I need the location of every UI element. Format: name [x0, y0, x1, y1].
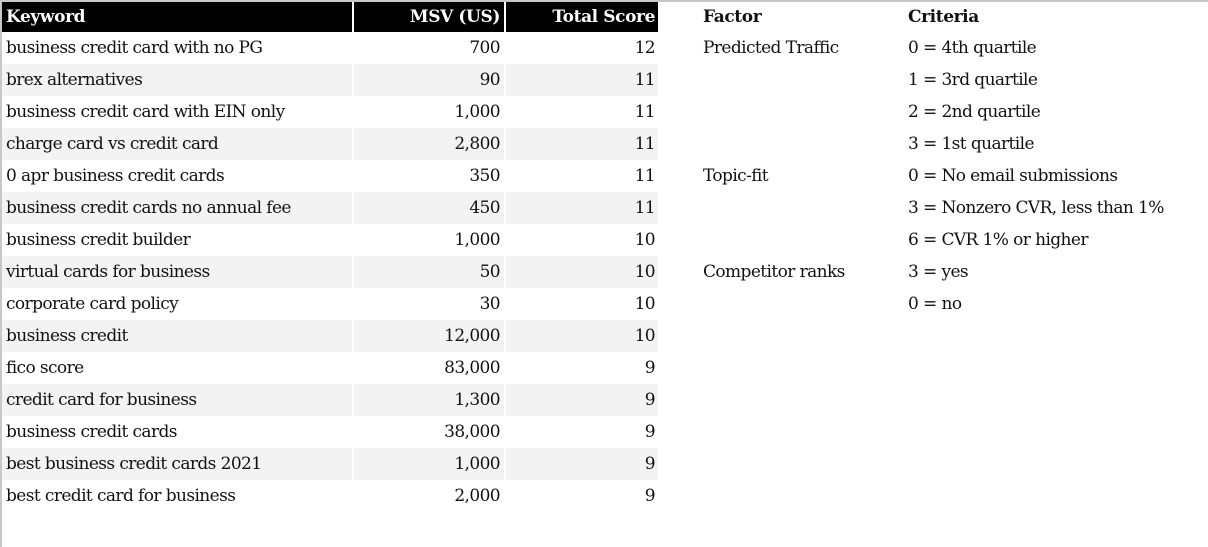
keyword-cell[interactable]: 0 apr business credit cards [2, 160, 352, 192]
msv-cell[interactable]: 38,000 [354, 416, 504, 448]
score-cell[interactable]: 11 [506, 96, 658, 128]
criteria-cell[interactable]: 0 = no [908, 288, 962, 320]
table-row: brex alternatives 90 11 [2, 64, 658, 96]
msv-cell[interactable]: 450 [354, 192, 504, 224]
keyword-table-header: Keyword MSV (US) Total Score [2, 2, 658, 32]
msv-cell[interactable]: 90 [354, 64, 504, 96]
score-cell[interactable]: 12 [506, 32, 658, 64]
msv-cell[interactable]: 12,000 [354, 320, 504, 352]
table-row: virtual cards for business 50 10 [2, 256, 658, 288]
score-cell[interactable]: 10 [506, 256, 658, 288]
criteria-cell[interactable]: 6 = CVR 1% or higher [908, 224, 1089, 256]
table-row: corporate card policy 30 10 [2, 288, 658, 320]
keyword-cell[interactable]: corporate card policy [2, 288, 352, 320]
table-row: charge card vs credit card 2,800 11 [2, 128, 658, 160]
keyword-cell[interactable]: best credit card for business [2, 480, 352, 512]
criteria-cell[interactable]: 3 = yes [908, 256, 969, 288]
score-cell[interactable]: 10 [506, 224, 658, 256]
score-cell[interactable]: 9 [506, 448, 658, 480]
score-cell[interactable]: 9 [506, 416, 658, 448]
msv-cell[interactable]: 1,000 [354, 224, 504, 256]
criteria-cell[interactable]: 1 = 3rd quartile [908, 64, 1038, 96]
msv-cell[interactable]: 50 [354, 256, 504, 288]
score-cell[interactable]: 11 [506, 192, 658, 224]
score-cell[interactable]: 11 [506, 128, 658, 160]
header-factor[interactable]: Factor [703, 2, 903, 32]
criteria-cell[interactable]: 0 = No email submissions [908, 160, 1118, 192]
factor-cell[interactable]: Competitor ranks [703, 256, 903, 288]
table-row: credit card for business 1,300 9 [2, 384, 658, 416]
table-row: business credit cards no annual fee 450 11 [2, 192, 658, 224]
table-row: fico score 83,000 9 [2, 352, 658, 384]
msv-cell[interactable]: 83,000 [354, 352, 504, 384]
msv-cell[interactable]: 350 [354, 160, 504, 192]
msv-cell[interactable]: 30 [354, 288, 504, 320]
keyword-cell[interactable]: best business credit cards 2021 [2, 448, 352, 480]
msv-cell[interactable]: 700 [354, 32, 504, 64]
keyword-cell[interactable]: credit card for business [2, 384, 352, 416]
score-cell[interactable]: 9 [506, 384, 658, 416]
keyword-table: Keyword MSV (US) Total Score business cr… [0, 2, 660, 512]
score-cell[interactable]: 10 [506, 288, 658, 320]
criteria-cell[interactable]: 3 = 1st quartile [908, 128, 1035, 160]
keyword-cell[interactable]: virtual cards for business [2, 256, 352, 288]
keyword-cell[interactable]: business credit cards no annual fee [2, 192, 352, 224]
msv-cell[interactable]: 1,000 [354, 96, 504, 128]
header-total-score[interactable]: Total Score [506, 2, 658, 32]
keyword-cell[interactable]: business credit [2, 320, 352, 352]
header-criteria[interactable]: Criteria [908, 2, 979, 32]
keyword-cell[interactable]: fico score [2, 352, 352, 384]
criteria-cell[interactable]: 3 = Nonzero CVR, less than 1% [908, 192, 1164, 224]
score-cell[interactable]: 10 [506, 320, 658, 352]
table-row: best business credit cards 2021 1,000 9 [2, 448, 658, 480]
header-keyword[interactable]: Keyword [2, 2, 352, 32]
table-row: business credit card with EIN only 1,000 1… [2, 96, 658, 128]
criteria-cell[interactable]: 0 = 4th quartile [908, 32, 1037, 64]
factor-cell[interactable]: Predicted Traffic [703, 32, 903, 64]
header-msv[interactable]: MSV (US) [354, 2, 504, 32]
keyword-table-body: business credit card with no PG 700 12 brex… [2, 32, 658, 512]
keyword-cell[interactable]: charge card vs credit card [2, 128, 352, 160]
msv-cell[interactable]: 1,300 [354, 384, 504, 416]
msv-cell[interactable]: 2,000 [354, 480, 504, 512]
keyword-cell[interactable]: brex alternatives [2, 64, 352, 96]
keyword-cell[interactable]: business credit builder [2, 224, 352, 256]
msv-cell[interactable]: 2,800 [354, 128, 504, 160]
score-cell[interactable]: 9 [506, 352, 658, 384]
factor-cell[interactable]: Topic-fit [703, 160, 903, 192]
table-row: 0 apr business credit cards 350 11 [2, 160, 658, 192]
keyword-cell[interactable]: business credit cards [2, 416, 352, 448]
table-row: business credit 12,000 10 [2, 320, 658, 352]
msv-cell[interactable]: 1,000 [354, 448, 504, 480]
score-cell[interactable]: 11 [506, 160, 658, 192]
criteria-cell[interactable]: 2 = 2nd quartile [908, 96, 1041, 128]
table-row: business credit cards 38,000 9 [2, 416, 658, 448]
keyword-cell[interactable]: business credit card with no PG [2, 32, 352, 64]
table-row: best credit card for business 2,000 9 [2, 480, 658, 512]
score-cell[interactable]: 11 [506, 64, 658, 96]
table-row: business credit builder 1,000 10 [2, 224, 658, 256]
table-row: business credit card with no PG 700 12 [2, 32, 658, 64]
score-cell[interactable]: 9 [506, 480, 658, 512]
keyword-cell[interactable]: business credit card with EIN only [2, 96, 352, 128]
